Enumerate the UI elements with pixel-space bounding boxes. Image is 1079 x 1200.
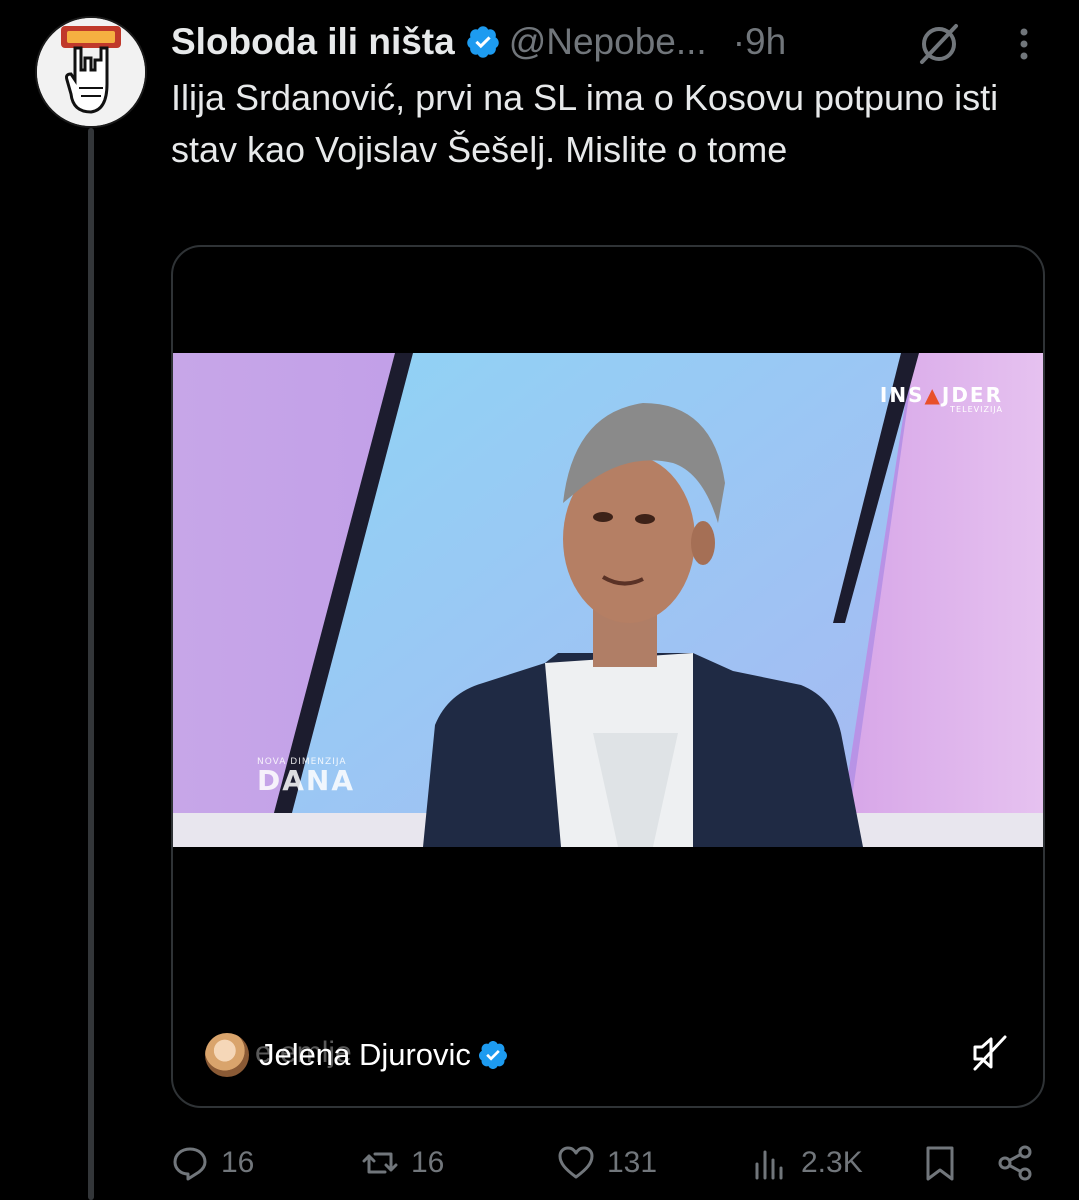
like-count: 131 — [607, 1146, 658, 1179]
repost-button[interactable]: 16 — [361, 1138, 444, 1188]
bookmark-button[interactable] — [921, 1138, 971, 1188]
quoted-user-row[interactable]: e emlje Jelena Djurovic — [205, 1032, 765, 1078]
mute-icon[interactable] — [969, 1033, 1009, 1073]
share-icon — [998, 1145, 1032, 1181]
author-name[interactable]: Sloboda ili ništa — [171, 21, 455, 63]
show-logo: NOVA DIMENZIJA DANA — [257, 757, 356, 797]
repost-count: 16 — [411, 1146, 445, 1179]
reply-count: 16 — [221, 1146, 255, 1179]
video-frame[interactable]: INS▲JDER TELEVIZIJA NOVA DIMENZIJA DANA — [173, 353, 1043, 847]
thread-line — [88, 128, 94, 1200]
heart-icon — [558, 1146, 594, 1179]
author-avatar[interactable] — [35, 16, 147, 128]
grok-icon[interactable] — [916, 20, 962, 66]
views-button[interactable]: 2.3K — [751, 1138, 863, 1188]
bookmark-icon — [926, 1146, 954, 1181]
view-count: 2.3K — [801, 1146, 863, 1179]
verified-badge-icon — [478, 1041, 507, 1069]
quoted-user-name[interactable]: Jelena Djurovic — [259, 1037, 471, 1073]
tweet-text: Ilija Srdanović, prvi na SL ima o Kosovu… — [171, 77, 999, 170]
author-handle[interactable]: @Nepobe... — [509, 21, 707, 63]
like-button[interactable]: 131 — [557, 1138, 657, 1188]
reply-button[interactable]: 16 — [171, 1138, 254, 1188]
reply-icon — [173, 1147, 207, 1181]
verified-badge-icon — [465, 24, 501, 60]
rock-hand-avatar-icon — [37, 18, 145, 126]
repost-icon — [362, 1152, 398, 1174]
analytics-icon — [755, 1150, 783, 1180]
action-bar: 16 16 131 2.3K — [171, 1138, 1045, 1188]
tweet-header: Sloboda ili ništa @Nepobe... ·9h — [171, 14, 1051, 70]
channel-logo: INS▲JDER TELEVIZIJA — [879, 383, 1003, 414]
video-card[interactable]: INS▲JDER TELEVIZIJA NOVA DIMENZIJA DANA … — [171, 245, 1045, 1108]
more-options-icon[interactable] — [1009, 24, 1039, 64]
share-button[interactable] — [997, 1138, 1047, 1188]
tweet-timestamp[interactable]: ·9h — [733, 21, 786, 63]
quoted-user-avatar[interactable] — [205, 1033, 249, 1077]
